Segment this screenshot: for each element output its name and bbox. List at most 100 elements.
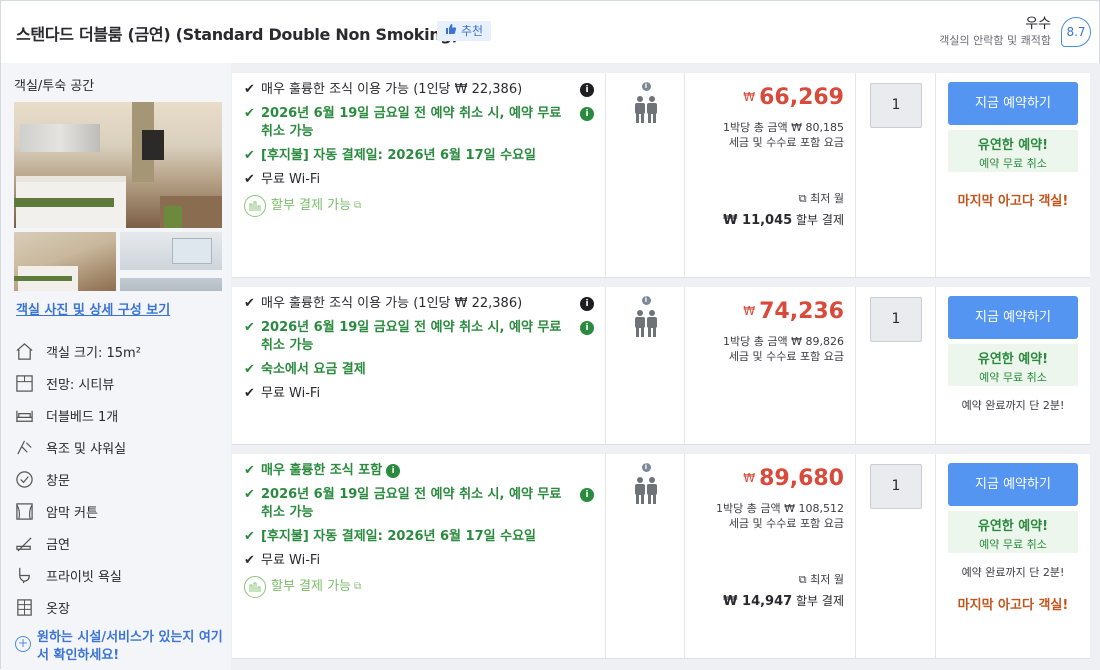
flexible-booking-badge: 유연한 예약! 예약 무료 취소 xyxy=(948,344,1078,386)
benefit-free-cancel: ✔ 2026년 6월 19일 금요일 전 예약 취소 시, 예약 무료 취소 가능… xyxy=(244,105,594,141)
rating-subtitle: 객실의 안락함 및 쾌적함 xyxy=(939,34,1051,47)
house-icon xyxy=(14,341,34,361)
min-monthly: ⧉ 최저 월 xyxy=(798,573,844,586)
amenity-label: 금연 xyxy=(46,537,70,553)
room-photos-link[interactable]: 객실 사진 및 상세 구성 보기 xyxy=(16,299,170,318)
room-quantity-select[interactable]: 1 xyxy=(870,83,922,128)
info-icon[interactable]: i xyxy=(580,83,594,97)
room-quantity-select[interactable]: 1 xyxy=(870,464,922,509)
benefit-pay-later: ✔ [후지불] 자동 결제일: 2026년 6월 17일 수요일 xyxy=(244,529,536,544)
last-room-notice: 마지막 아고다 객실! xyxy=(957,598,1069,613)
price: ₩89,680 xyxy=(743,466,844,491)
offer-row: ✔ 매우 훌륭한 조식 이용 가능 (1인당 ₩ 22,386) i ✔ 2026년 … xyxy=(232,287,1090,445)
amenity-label: 암막 커튼 xyxy=(46,505,98,521)
price-tax-note: 세금 및 수수료 포함 요금 xyxy=(728,136,844,149)
amenity-window: 창문 xyxy=(14,469,229,489)
price-total: 1박당 총 금액 ₩ 108,512 xyxy=(716,502,844,515)
amenity-non-smoking: 금연 xyxy=(14,533,229,553)
time-remaining-notice: 예약 완료까지 단 2분! xyxy=(961,566,1065,579)
offer-row: ✔ 매우 훌륭한 조식 이용 가능 (1인당 ₩ 22,386) i ✔ 2026년 … xyxy=(232,73,1090,278)
bathroom-icon xyxy=(14,565,34,585)
bed-icon xyxy=(14,405,34,425)
price-box: ₩74,236 1박당 총 금액 ₩ 89,826 세금 및 수수료 포함 요금 xyxy=(686,287,856,445)
amenity-wardrobe: 옷장 xyxy=(14,597,229,617)
two-guests-icon xyxy=(635,310,657,337)
amenity-search-label: 원하는 시설/서비스가 있는지 여기서 확인하세요! xyxy=(37,630,223,663)
rating-score[interactable]: 8.7 xyxy=(1061,17,1091,47)
info-icon: i xyxy=(641,296,651,305)
thumbs-up-icon xyxy=(445,21,457,41)
occupancy[interactable]: i xyxy=(607,82,685,125)
external-link-icon: ⧉ xyxy=(798,573,811,586)
flexible-booking-badge: 유연한 예약! 예약 무료 취소 xyxy=(948,130,1078,172)
curtain-icon xyxy=(14,501,34,521)
amenity-search-link[interactable]: + 원하는 시설/서비스가 있는지 여기서 확인하세요! xyxy=(15,629,229,665)
book-now-button[interactable]: 지금 예약하기 xyxy=(948,296,1078,339)
room-photo-main[interactable] xyxy=(14,102,222,228)
price-box: ₩66,269 1박당 총 금액 ₩ 80,185 세금 및 수수료 포함 요금… xyxy=(686,73,856,278)
room-photo-thumb[interactable] xyxy=(14,232,116,291)
benefit-free-cancel: ✔ 2026년 6월 19일 금요일 전 예약 취소 시, 예약 무료 취소 가능… xyxy=(244,319,594,355)
book-now-button[interactable]: 지금 예약하기 xyxy=(948,463,1078,506)
window-view-icon xyxy=(14,373,34,393)
checkmark-circle-icon xyxy=(14,469,34,489)
amenity-view: 전망: 시티뷰 xyxy=(14,373,229,393)
amenity-bath: 욕조 및 샤워실 xyxy=(14,437,229,457)
info-icon[interactable]: i xyxy=(580,488,594,502)
amenity-curtains: 암막 커튼 xyxy=(14,501,229,521)
info-icon[interactable]: i xyxy=(386,464,401,478)
benefit-installment[interactable]: 할부 결제 가능 ⧉ xyxy=(244,576,594,598)
offer-benefits: ✔ 매우 훌륭한 조식 이용 가능 (1인당 ₩ 22,386) i ✔ 2026년 … xyxy=(244,295,594,409)
no-smoking-icon xyxy=(14,533,34,553)
offer-row: ✔ 매우 훌륭한 조식 포함 i ✔ 2026년 6월 19일 금요일 전 예약 취소… xyxy=(232,454,1090,659)
info-icon[interactable]: i xyxy=(580,107,594,121)
amenity-label: 옷장 xyxy=(46,601,70,617)
room-info-panel: 객실/투숙 공간 객실 사진 및 상세 구성 보기 객실 크기: 15m² 전망… xyxy=(1,63,231,670)
installment-icon xyxy=(244,195,266,217)
book-now-button[interactable]: 지금 예약하기 xyxy=(948,82,1078,125)
last-room-notice: 마지막 아고다 객실! xyxy=(957,194,1069,209)
recommend-badge: 추천 xyxy=(437,21,492,41)
info-icon[interactable]: i xyxy=(580,321,594,335)
external-link-icon: ⧉ xyxy=(354,581,362,592)
info-icon: i xyxy=(641,463,651,472)
installment-icon xyxy=(244,576,266,598)
amenity-private-bath: 프라이빗 욕실 xyxy=(14,565,229,585)
time-remaining-notice: 예약 완료까지 단 2분! xyxy=(961,399,1065,412)
room-card: 스탠다드 더블룸 (금연) (Standard Double Non Smoki… xyxy=(0,0,1100,670)
space-label: 객실/투숙 공간 xyxy=(14,79,95,94)
amenity-label: 더블베드 1개 xyxy=(46,409,119,425)
info-icon[interactable]: i xyxy=(580,297,594,311)
price-tax-note: 세금 및 수수료 포함 요금 xyxy=(728,517,844,530)
amenity-label: 전망: 시티뷰 xyxy=(46,377,115,393)
benefit-breakfast-included: ✔ 매우 훌륭한 조식 포함 i xyxy=(244,462,594,480)
amenity-label: 창문 xyxy=(46,473,70,489)
amenity-label: 객실 크기: 15m² xyxy=(46,345,141,361)
amenity-bed: 더블베드 1개 xyxy=(14,405,229,425)
room-header: 스탠다드 더블룸 (금연) (Standard Double Non Smoki… xyxy=(1,1,1100,63)
benefit-pay-later: ✔ [후지불] 자동 결제일: 2026년 6월 17일 수요일 xyxy=(244,148,536,163)
room-quantity-select[interactable]: 1 xyxy=(870,297,922,342)
offer-benefits: ✔ 매우 훌륭한 조식 이용 가능 (1인당 ₩ 22,386) i ✔ 2026년 … xyxy=(244,81,594,223)
price-tax-note: 세금 및 수수료 포함 요금 xyxy=(728,350,844,363)
two-guests-icon xyxy=(635,477,657,504)
price-box: ₩89,680 1박당 총 금액 ₩ 108,512 세금 및 수수료 포함 요… xyxy=(686,454,856,659)
recommend-label: 추천 xyxy=(461,24,484,38)
benefit-free-cancel: ✔ 2026년 6월 19일 금요일 전 예약 취소 시, 예약 무료 취소 가능… xyxy=(244,486,594,522)
occupancy[interactable]: i xyxy=(607,296,685,339)
plus-circle-icon: + xyxy=(15,636,31,652)
benefit-breakfast: ✔ 매우 훌륭한 조식 이용 가능 (1인당 ₩ 22,386) i xyxy=(244,295,594,313)
rating-word: 우수 xyxy=(1025,16,1051,32)
shower-icon xyxy=(14,437,34,457)
occupancy[interactable]: i xyxy=(607,463,685,506)
price-total: 1박당 총 금액 ₩ 80,185 xyxy=(723,121,844,134)
min-monthly: ⧉ 최저 월 xyxy=(798,192,844,205)
benefit-installment[interactable]: 할부 결제 가능 ⧉ xyxy=(244,195,594,217)
price: ₩66,269 xyxy=(743,85,844,110)
bathroom-photo-thumb[interactable] xyxy=(120,232,222,291)
two-guests-icon xyxy=(635,96,657,123)
installment-price: ₩ 11,045 할부 결제 xyxy=(723,213,844,228)
external-link-icon: ⧉ xyxy=(354,200,362,211)
benefit-breakfast: ✔ 매우 훌륭한 조식 이용 가능 (1인당 ₩ 22,386) i xyxy=(244,81,594,99)
benefit-wifi: ✔ 무료 Wi-Fi xyxy=(244,553,321,568)
